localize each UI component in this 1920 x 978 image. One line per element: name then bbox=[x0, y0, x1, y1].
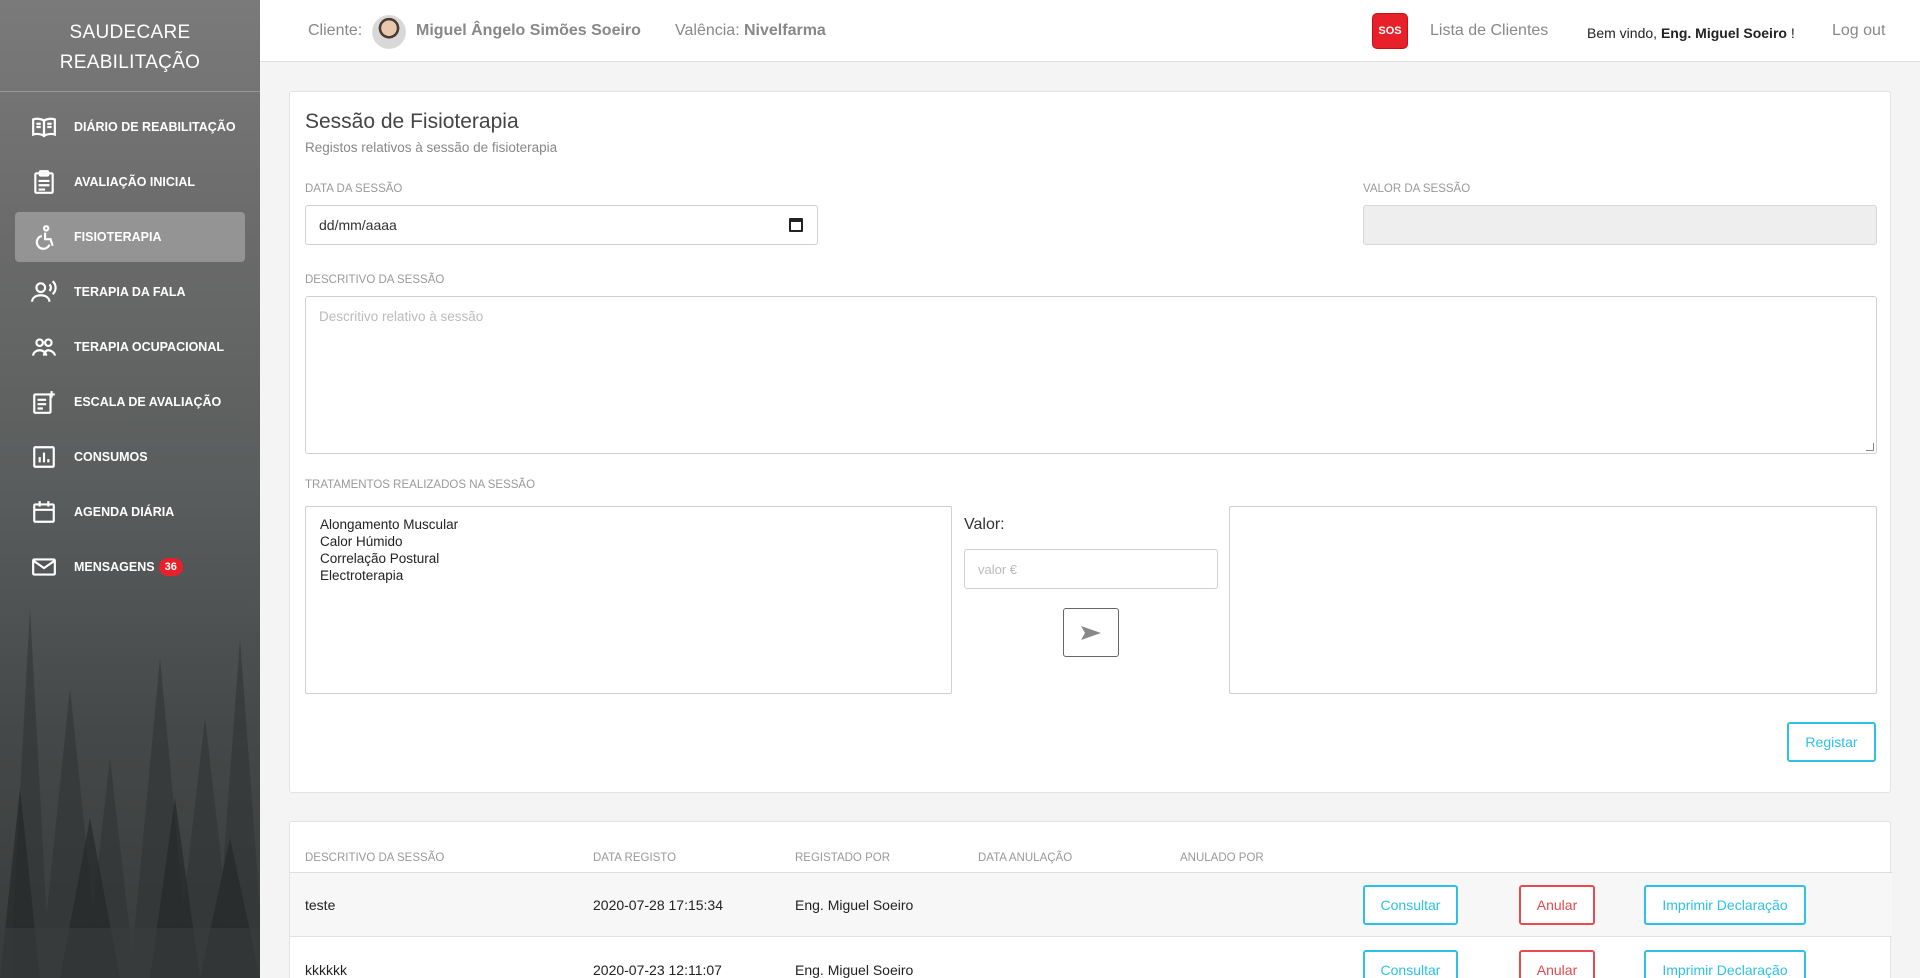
sidebar-item-avaliacao-inicial[interactable]: AVALIAÇÃO INICIAL bbox=[15, 157, 245, 207]
sidebar-item-label: FISIOTERAPIA bbox=[74, 230, 162, 244]
messages-count-badge: 36 bbox=[158, 558, 183, 576]
valor-label: Valor: bbox=[964, 516, 1005, 533]
date-placeholder: dd/mm/aaaa bbox=[319, 217, 397, 233]
table-row: teste 2020-07-28 17:15:34 Eng. Miguel So… bbox=[290, 873, 1892, 937]
sidebar-item-label: MENSAGENS bbox=[74, 560, 155, 574]
col-header-data-anulacao: DATA ANULAÇÃO bbox=[978, 852, 1073, 864]
col-header-anulado-por: ANULADO POR bbox=[1180, 852, 1264, 864]
session-value-field bbox=[1363, 205, 1877, 245]
brand-logo[interactable]: SAUDECARE REABILITAÇÃO bbox=[0, 0, 260, 92]
sidebar-item-label: DIÁRIO DE REABILITAÇÃO bbox=[74, 120, 236, 134]
sidebar-item-terapia-fala[interactable]: TERAPIA DA FALA bbox=[15, 267, 245, 317]
imprimir-declaracao-button[interactable]: Imprimir Declaração bbox=[1644, 950, 1806, 978]
treatment-option[interactable]: Alongamento Muscular bbox=[320, 516, 937, 533]
sidebar-item-diario[interactable]: DIÁRIO DE REABILITAÇÃO bbox=[15, 102, 245, 152]
cell-data-registo: 2020-07-28 17:15:34 bbox=[593, 897, 723, 913]
col-header-data-registo: DATA REGISTO bbox=[593, 852, 677, 864]
client-avatar bbox=[372, 15, 406, 49]
imprimir-declaracao-button[interactable]: Imprimir Declaração bbox=[1644, 885, 1806, 925]
col-header-registado-por: REGISTADO POR bbox=[795, 852, 890, 864]
people-icon bbox=[30, 334, 58, 360]
send-arrow-icon bbox=[1081, 625, 1101, 640]
sidebar-item-label: ESCALA DE AVALIAÇÃO bbox=[74, 395, 222, 409]
treatment-option[interactable]: Calor Húmido bbox=[320, 533, 937, 550]
sidebar-item-label: TERAPIA DA FALA bbox=[74, 285, 186, 299]
col-header-descritivo: DESCRITIVO DA SESSÃO bbox=[305, 852, 445, 864]
session-form-card: Sessão de Fisioterapia Registos relativo… bbox=[289, 91, 1891, 793]
anular-button[interactable]: Anular bbox=[1519, 950, 1595, 978]
session-description-textarea[interactable]: Descritivo relativo à sessão bbox=[305, 296, 1877, 454]
sidebar-item-fisioterapia[interactable]: FISIOTERAPIA bbox=[15, 212, 245, 262]
cell-registado-por: Eng. Miguel Soeiro bbox=[795, 897, 914, 913]
brand-line1: SAUDECARE bbox=[69, 22, 191, 43]
bar-chart-icon bbox=[30, 444, 58, 470]
calendar-icon bbox=[30, 499, 58, 525]
speaker-person-icon bbox=[30, 279, 58, 305]
sos-button[interactable]: SOS bbox=[1372, 13, 1408, 49]
register-button[interactable]: Registar bbox=[1787, 722, 1876, 762]
treatment-option[interactable]: Correlação Postural bbox=[320, 550, 937, 567]
welcome-user: Eng. Miguel Soeiro bbox=[1660, 25, 1787, 41]
sessions-table: DESCRITIVO DA SESSÃO DATA REGISTO REGIST… bbox=[289, 821, 1892, 978]
description-label: DESCRITIVO DA SESSÃO bbox=[305, 274, 445, 286]
table-row: kkkkkk 2020-07-23 12:11:07 Eng. Miguel S… bbox=[290, 938, 1892, 978]
sidebar-item-agenda-diaria[interactable]: AGENDA DIÁRIA bbox=[15, 487, 245, 537]
anular-button[interactable]: Anular bbox=[1519, 885, 1595, 925]
description-placeholder: Descritivo relativo à sessão bbox=[319, 309, 484, 324]
brand-line2: REABILITAÇÃO bbox=[59, 52, 201, 73]
consultar-button[interactable]: Consultar bbox=[1363, 950, 1458, 978]
sidebar-item-label: CONSUMOS bbox=[74, 450, 148, 464]
book-icon bbox=[30, 114, 58, 140]
client-list-link[interactable]: Lista de Clientes bbox=[1430, 22, 1548, 40]
calendar-picker-icon[interactable] bbox=[789, 218, 803, 232]
consultar-button[interactable]: Consultar bbox=[1363, 885, 1458, 925]
client-name: Miguel Ângelo Simões Soeiro bbox=[416, 22, 641, 39]
add-treatment-button[interactable] bbox=[1063, 608, 1119, 657]
valencia-label: Valência: bbox=[675, 22, 740, 39]
valor-input[interactable]: valor € bbox=[964, 549, 1218, 589]
page-subtitle: Registos relativos à sessão de fisiotera… bbox=[305, 140, 558, 155]
sidebar-item-label: TERAPIA OCUPACIONAL bbox=[74, 340, 224, 354]
topbar: Cliente: Miguel Ângelo Simões Soeiro Val… bbox=[260, 0, 1920, 62]
page-title: Sessão de Fisioterapia bbox=[305, 110, 519, 133]
valor-placeholder: valor € bbox=[978, 561, 1018, 577]
sidebar: SAUDECARE REABILITAÇÃO DIÁRIO DE REABILI… bbox=[0, 0, 260, 978]
resize-handle[interactable] bbox=[1866, 443, 1874, 451]
cell-descritivo: teste bbox=[305, 897, 336, 913]
mail-icon bbox=[30, 554, 58, 580]
session-date-input[interactable]: dd/mm/aaaa bbox=[305, 205, 818, 245]
valencia-name: Nivelfarma bbox=[744, 22, 826, 39]
accessible-icon bbox=[30, 224, 58, 250]
session-value-label: VALOR DA SESSÃO bbox=[1363, 183, 1471, 195]
sidebar-item-consumos[interactable]: CONSUMOS bbox=[15, 432, 245, 482]
cell-registado-por: Eng. Miguel Soeiro bbox=[795, 962, 914, 978]
date-label: DATA DA SESSÃO bbox=[305, 183, 403, 195]
note-add-icon bbox=[30, 389, 58, 415]
sidebar-item-label: AGENDA DIÁRIA bbox=[74, 505, 175, 519]
sidebar-item-escala-avaliacao[interactable]: ESCALA DE AVALIAÇÃO bbox=[15, 377, 245, 427]
welcome-prefix: Bem vindo, bbox=[1587, 25, 1658, 41]
logout-link[interactable]: Log out bbox=[1832, 22, 1885, 40]
welcome-message: Bem vindo, Eng. Miguel Soeiro ! bbox=[1587, 25, 1795, 41]
selected-treatments-list[interactable] bbox=[1229, 506, 1877, 694]
cell-data-registo: 2020-07-23 12:11:07 bbox=[593, 962, 722, 978]
client-label: Cliente: bbox=[308, 22, 363, 39]
sidebar-item-mensagens[interactable]: MENSAGENS 36 bbox=[15, 542, 245, 592]
cell-descritivo: kkkkkk bbox=[305, 962, 347, 978]
treatments-list[interactable]: Alongamento Muscular Calor Húmido Correl… bbox=[305, 506, 952, 694]
treatment-option[interactable]: Electroterapia bbox=[320, 567, 937, 584]
treatments-label: TRATAMENTOS REALIZADOS NA SESSÃO bbox=[305, 479, 536, 491]
sidebar-item-label: AVALIAÇÃO INICIAL bbox=[74, 175, 196, 189]
welcome-suffix: ! bbox=[1790, 25, 1795, 41]
clipboard-icon bbox=[30, 169, 58, 195]
sidebar-nav: DIÁRIO DE REABILITAÇÃO AVALIAÇÃO INICIAL… bbox=[0, 102, 260, 592]
sidebar-item-terapia-ocupacional[interactable]: TERAPIA OCUPACIONAL bbox=[15, 322, 245, 372]
